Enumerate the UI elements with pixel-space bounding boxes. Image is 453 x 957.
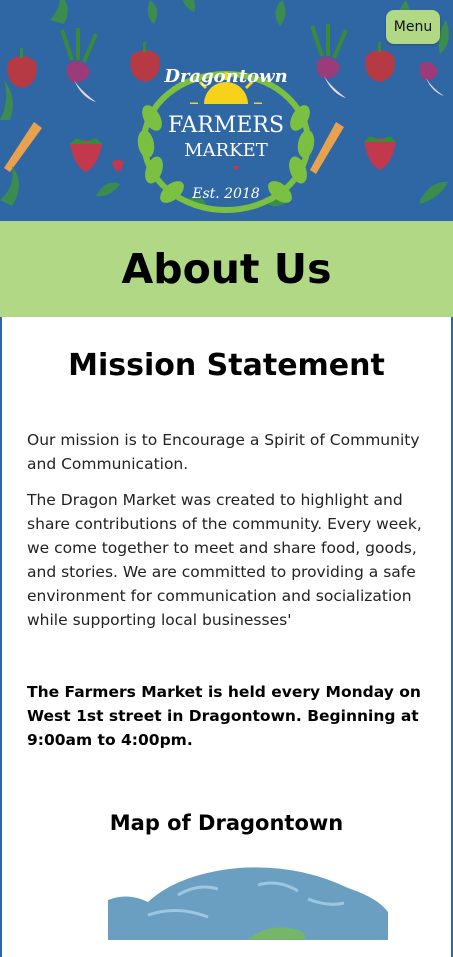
main-content [0,317,453,957]
mission-statement-heading: Mission Statement [68,348,385,383]
schedule-paragraph: The Farmers Market is held every Monday … [27,683,421,749]
about-paragraph: The Dragon Market was created to highlig… [27,491,422,629]
site-header: Dragontown FARMERS MARKET Est. 2018 Menu [0,0,453,221]
mission-paragraph: Our mission is to Encourage a Spirit of … [27,431,420,473]
page-title-banner: About Us [0,221,453,317]
logo-line1: FARMERS [168,113,284,138]
page-title: About Us [121,245,332,293]
logo-top-text: Dragontown [163,66,287,87]
logo-line2: MARKET [184,140,268,161]
logo-est-text: Est. 2018 [191,186,260,202]
dragontown-map-image [108,867,388,940]
farmers-market-logo: Dragontown FARMERS MARKET Est. 2018 [137,66,315,213]
menu-button[interactable]: Menu [386,10,440,44]
map-heading: Map of Dragontown [109,811,344,835]
